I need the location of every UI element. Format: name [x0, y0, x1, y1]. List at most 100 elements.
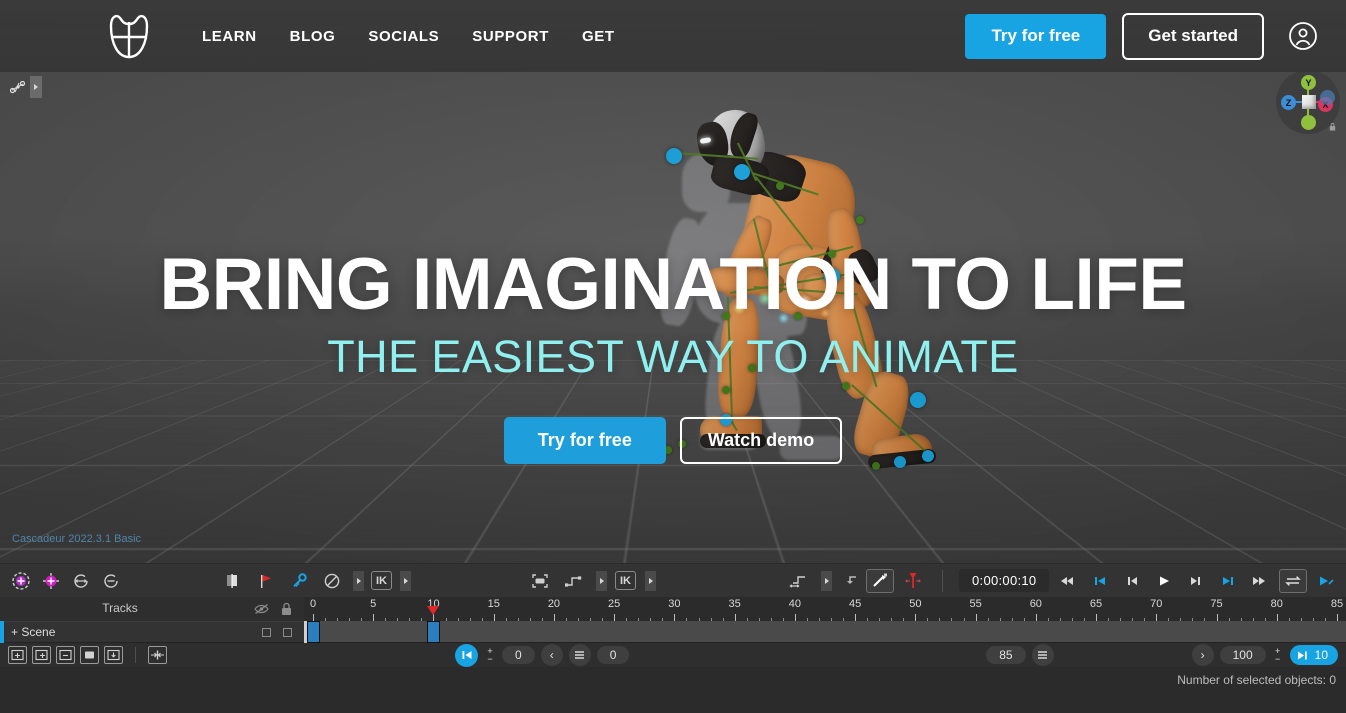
viewport-3d[interactable]: [0, 0, 1346, 563]
step-forward-fast-icon[interactable]: [1247, 568, 1273, 594]
flag-tool-icon[interactable]: [253, 568, 279, 594]
zoom-value[interactable]: 100: [1219, 646, 1266, 664]
key-step-value[interactable]: 0: [502, 646, 535, 664]
disable-tool-expand-icon[interactable]: [353, 570, 364, 591]
timeline-ruler[interactable]: 0 5 10 15 20 25 30 35 40 45 50 55 60 65 70 75 80 85: [304, 597, 1346, 621]
play-range-icon[interactable]: [1313, 568, 1339, 594]
spline-icon[interactable]: [786, 568, 812, 594]
box-select-icon[interactable]: [527, 568, 553, 594]
ruler-label: 60: [1029, 598, 1042, 610]
timeline-track-strip[interactable]: [304, 621, 1346, 643]
nav-link-learn[interactable]: LEARN: [202, 28, 257, 45]
rig-tool-expand-icon[interactable]: [30, 76, 42, 98]
pin-tool-icon[interactable]: [220, 568, 246, 594]
hero-try-for-free-button[interactable]: Try for free: [503, 417, 666, 464]
range-controls-group: 85 › 100 + − 10: [986, 644, 1338, 666]
play-icon[interactable]: [1151, 568, 1177, 594]
key-tool-icon[interactable]: [286, 568, 312, 594]
animation-toolbar: IK IK 0:00:00:10: [0, 563, 1346, 597]
ruler-label: 65: [1089, 598, 1103, 610]
rig-tool-icon[interactable]: [8, 76, 28, 98]
version-label: Cascadeur 2022.3.1 Basic: [12, 533, 142, 545]
tracks-title: Tracks: [102, 601, 138, 615]
add-selection-icon[interactable]: [38, 568, 64, 594]
new-box-icon[interactable]: [80, 646, 99, 664]
zoom-stepper[interactable]: + −: [1272, 647, 1284, 664]
chevron-right-icon[interactable]: ›: [1191, 644, 1214, 666]
user-account-icon[interactable]: [1286, 19, 1320, 53]
cascadeur-logo[interactable]: [100, 9, 158, 63]
status-bar: Number of selected objects: 0: [0, 667, 1346, 713]
next-key-icon[interactable]: [1183, 568, 1209, 594]
add-group-icon[interactable]: [56, 646, 75, 664]
navbar-actions: Try for free Get started: [965, 12, 1320, 60]
prev-key-icon[interactable]: [1119, 568, 1145, 594]
get-started-button[interactable]: Get started: [1122, 12, 1264, 60]
trajectory-icon[interactable]: [561, 568, 587, 594]
end-frame-button[interactable]: 10: [1289, 645, 1338, 665]
ghost-icon[interactable]: [900, 568, 926, 594]
import-icon[interactable]: [104, 646, 123, 664]
key-step-stepper[interactable]: + −: [484, 647, 496, 664]
corner-icon[interactable]: [840, 568, 866, 594]
ruler-label: 20: [547, 598, 561, 610]
try-for-free-button[interactable]: Try for free: [965, 13, 1107, 59]
view-orientation-gizmo[interactable]: Y Z X: [1276, 70, 1340, 134]
lock-icon[interactable]: [279, 601, 294, 616]
step-back-fast-icon[interactable]: [1055, 568, 1081, 594]
ik-fk-icon[interactable]: IK: [615, 571, 636, 590]
fit-range-icon[interactable]: [148, 646, 167, 664]
interpolation-value[interactable]: 0: [596, 646, 630, 664]
set-key-icon[interactable]: [455, 643, 478, 667]
timecode-display[interactable]: 0:00:00:10: [959, 569, 1050, 592]
manipulation-tools-group: IK: [220, 568, 411, 594]
nav-link-get[interactable]: GET: [582, 28, 615, 45]
ruler-label: 80: [1270, 598, 1283, 610]
tween-machine-icon[interactable]: [866, 568, 894, 593]
scene-visibility-checkbox[interactable]: [262, 627, 271, 637]
add-layer-icon[interactable]: [32, 646, 51, 664]
selected-objects-status: Number of selected objects: 0: [1177, 673, 1336, 687]
nav-links: LEARN BLOG SOCIALS SUPPORT GET: [202, 28, 615, 45]
chevron-left-icon[interactable]: ‹: [540, 644, 563, 666]
gizmo-axis-y[interactable]: Y: [1301, 75, 1316, 90]
gizmo-axis-z-neg[interactable]: [1320, 90, 1335, 105]
hidden-eye-icon[interactable]: [254, 601, 269, 616]
disable-tool-icon[interactable]: [319, 568, 345, 594]
gizmo-axis-y-neg[interactable]: [1301, 115, 1316, 130]
viewport-tool-group[interactable]: [8, 76, 42, 98]
jump-to-start-icon[interactable]: [1087, 568, 1113, 594]
nav-link-support[interactable]: SUPPORT: [472, 28, 549, 45]
nav-link-blog[interactable]: BLOG: [290, 28, 336, 45]
scene-lock-checkbox[interactable]: [283, 627, 292, 637]
mirror-selection-icon[interactable]: [68, 568, 94, 594]
spline-expand-icon[interactable]: [821, 570, 832, 591]
track-row-scene[interactable]: + Scene: [0, 621, 304, 643]
trajectory-expand-icon[interactable]: [596, 570, 607, 591]
selection-mode-icon[interactable]: [8, 568, 34, 594]
gizmo-axis-z[interactable]: Z: [1281, 95, 1296, 110]
range-list-icon[interactable]: [1031, 644, 1054, 666]
keyframe-marker[interactable]: [427, 621, 441, 643]
ik-fk-label: IK: [620, 574, 631, 587]
loop-selection-icon[interactable]: [98, 568, 124, 594]
ik-tool-expand-icon[interactable]: [400, 570, 411, 591]
gizmo-lock-icon[interactable]: [1328, 122, 1337, 131]
physics-highlight: [716, 272, 846, 338]
current-frame-marker: [427, 606, 440, 615]
list-icon[interactable]: [568, 644, 591, 666]
hero-watch-demo-button[interactable]: Watch demo: [679, 417, 843, 464]
add-track-icon[interactable]: [8, 646, 27, 664]
loop-playback-icon[interactable]: [1279, 568, 1308, 593]
playback-group: 0:00:00:10: [866, 568, 1346, 594]
keyframe-controls-group: + − 0 ‹ 0: [455, 643, 630, 667]
ik-tool-icon[interactable]: IK: [371, 571, 392, 590]
nav-link-socials[interactable]: SOCIALS: [368, 28, 439, 45]
timeline-bottom-toolbar: + − 0 ‹ 0 85 › 100 + − 10: [0, 643, 1346, 667]
keyframe-marker[interactable]: [307, 621, 320, 643]
ik-fk-expand-icon[interactable]: [645, 570, 656, 591]
cascadeur-landing-page: Y Z X Cascadeur 2022.3.1 Basic LEARN BLO…: [0, 0, 1346, 713]
jump-to-end-icon[interactable]: [1215, 568, 1241, 594]
timeline-panel: Tracks + Scene 0 5 10 15 20 25 30 35 40 …: [0, 597, 1346, 713]
range-end-value[interactable]: 85: [986, 646, 1026, 664]
